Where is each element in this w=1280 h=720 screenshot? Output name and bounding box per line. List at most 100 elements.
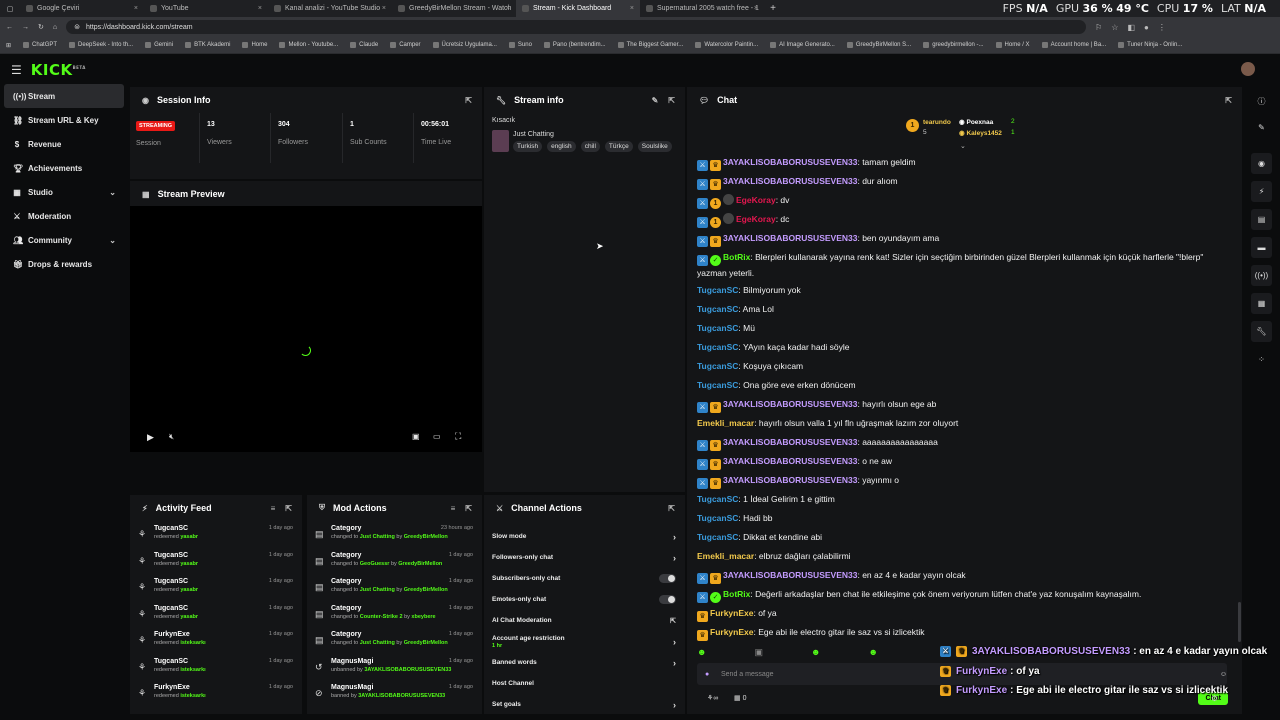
apps-icon[interactable]: ⊞ [6, 42, 11, 49]
activity-item[interactable]: ⚘ TugcanSC redeemed yasabr 1 day ago [130, 574, 302, 601]
chat-username[interactable]: 3AYAKLISOBABORUSUSEVEN33 [723, 233, 857, 243]
info-icon[interactable]: ⓘ [1251, 91, 1272, 112]
broadcast-tool-icon[interactable]: ((•)) [1251, 265, 1272, 286]
chat-username[interactable]: TugcanSC [697, 323, 738, 333]
activity-item[interactable]: ⚘ TugcanSC redeemed yasabr 1 day ago [130, 601, 302, 628]
toggle-switch[interactable] [659, 595, 676, 604]
menu-kebab-icon[interactable]: ⋮ [1158, 23, 1166, 32]
browser-tab[interactable]: Supernatural 2005 watch free - 1 × [640, 0, 764, 17]
bookmark-item[interactable]: Tuner Ninja - Onlin... [1118, 42, 1182, 48]
mod-action-item[interactable]: ▤ Category changed to GeoGuessr by GreedyB… [307, 548, 482, 575]
edit-icon[interactable]: ✎ [1251, 117, 1272, 138]
chat-username[interactable]: TugcanSC [697, 361, 738, 371]
browser-tab[interactable]: Stream - Kick Dashboard × [516, 0, 640, 17]
points-counter[interactable]: ▦ 0 [734, 694, 746, 702]
new-tab-icon[interactable]: + [764, 3, 782, 14]
tag-chip[interactable]: Turkish [513, 140, 543, 152]
tab-close-icon[interactable]: × [258, 5, 262, 12]
chevron-down-icon[interactable]: ⌄ [109, 236, 116, 245]
tab-close-icon[interactable]: × [754, 5, 758, 12]
pip-icon[interactable]: ▣ [412, 432, 420, 441]
emote-icon[interactable]: ☻ [868, 647, 877, 658]
browser-tab[interactable]: YouTube × [144, 0, 268, 17]
activity-item[interactable]: ⚘ TugcanSC redeemed yasabr 1 day ago [130, 548, 302, 575]
video-player[interactable]: ▶ 🔇︎ ▣ ▭ ⛶ [130, 206, 482, 452]
chat-username[interactable]: 3AYAKLISOBABORUSUSEVEN33 [723, 157, 857, 167]
bookmark-item[interactable]: ChatGPT [23, 42, 57, 48]
chat-username[interactable]: TugcanSC [697, 285, 738, 295]
kick-logo[interactable]: KICKBETA [31, 61, 86, 79]
mic-icon[interactable]: ● [705, 671, 709, 678]
chat-username[interactable]: TugcanSC [697, 494, 738, 504]
user-avatar[interactable] [1241, 62, 1255, 76]
bookmark-item[interactable]: DeepSeek - Into th... [69, 42, 133, 48]
mod-action-item[interactable]: ▤ Category changed to Counter-Strike 2 by … [307, 601, 482, 628]
browser-tab[interactable]: Google Çeviri × [20, 0, 144, 17]
chat-username[interactable]: 3AYAKLISOBABORUSUSEVEN33 [723, 456, 857, 466]
extensions-icon[interactable]: ◧ [1127, 23, 1135, 32]
sidebar-item-stream-url-key[interactable]: ⛓ Stream URL & Key [0, 108, 128, 132]
reload-icon[interactable]: ↻ [38, 23, 44, 31]
sidebar-item-studio[interactable]: ▦ Studio ⌄ [0, 180, 128, 204]
chat-username[interactable]: TugcanSC [697, 380, 738, 390]
mod-action-item[interactable]: ⊘ MagnusMagi banned by 3AYAKLISOBABORUSUSE… [307, 680, 482, 707]
bookmark-item[interactable]: Ücretsiz Uygulama... [432, 42, 497, 48]
preview-tool-icon[interactable]: ▦ [1251, 293, 1272, 314]
edit-icon[interactable]: ✎ [652, 96, 659, 105]
layout-tool-icon[interactable]: ⁘ [1251, 349, 1272, 370]
bookmark-item[interactable]: AI Image Generato... [770, 42, 835, 48]
bookmark-item[interactable]: Home / X [995, 42, 1030, 48]
chat-username[interactable]: Emekli_macar [697, 551, 754, 561]
window-icon[interactable]: ▢ [0, 5, 20, 13]
chat-username[interactable]: BotRix [723, 589, 750, 599]
browser-tab[interactable]: GreedyBirMellon Stream - Watch × [392, 0, 516, 17]
chat-username[interactable]: FurkynExe [710, 627, 753, 637]
bookmark-item[interactable]: BTK Akademi [185, 42, 230, 48]
bookmark-item[interactable]: Pano (bentrendim... [543, 42, 606, 48]
emote-icon[interactable]: ☻ [811, 647, 820, 658]
sidebar-item-community[interactable]: 👥︎ Community ⌄ [0, 228, 128, 252]
chat-username[interactable]: TugcanSC [697, 513, 738, 523]
forward-icon[interactable]: → [22, 24, 29, 31]
home-icon[interactable]: ⌂ [53, 24, 57, 31]
document-tool-icon[interactable]: ▤ [1251, 209, 1272, 230]
tab-close-icon[interactable]: × [382, 5, 386, 12]
bookmark-item[interactable]: GreedyBirMellon S... [846, 42, 911, 48]
channel-action-set-goals[interactable]: Set goals › [484, 694, 685, 715]
chat-username[interactable]: EgeKoray [736, 195, 776, 205]
chat-username[interactable]: TugcanSC [697, 304, 738, 314]
bookmark-item[interactable]: Home [242, 42, 267, 48]
bookmark-item[interactable]: The Biggest Gamer... [617, 42, 683, 48]
popout-icon[interactable]: ⇱ [668, 504, 675, 513]
mod-action-item[interactable]: ▤ Category changed to Just Chatting by Gre… [307, 574, 482, 601]
chevron-right-icon[interactable]: › [673, 553, 676, 563]
emote-icon[interactable]: ☻ [697, 647, 706, 658]
activity-item[interactable]: ⚘ TugcanSC redeemed isteksarkı 1 day ago [130, 654, 302, 681]
channel-action-host-channel[interactable]: Host Channel [484, 673, 685, 694]
bookmark-item[interactable]: Account home | Ba... [1041, 42, 1106, 48]
chat-username[interactable]: 3AYAKLISOBABORUSUSEVEN33 [723, 570, 857, 580]
channel-action-followers-only-chat[interactable]: Followers-only chat › [484, 547, 685, 568]
popout-icon[interactable]: ⇱ [285, 504, 292, 513]
bookmark-item[interactable]: Gemini [145, 42, 173, 48]
emote-icon[interactable]: ▣ [754, 647, 763, 658]
fullscreen-icon[interactable]: ⛶ [455, 431, 461, 442]
filter-icon[interactable]: ≡ [451, 504, 456, 513]
sidebar-item-revenue[interactable]: $ Revenue [0, 132, 128, 156]
chat-username[interactable]: TugcanSC [697, 342, 738, 352]
theater-icon[interactable]: ▭ [433, 432, 441, 441]
back-icon[interactable]: ← [6, 24, 13, 31]
bookmark-item[interactable]: Claude [350, 42, 378, 48]
activity-item[interactable]: ⚘ FurkynExe redeemed isteksarkı 1 day ago [130, 627, 302, 654]
chat-username[interactable]: EgeKoray [736, 214, 776, 224]
channel-action-account-age-restriction[interactable]: Account age restriction 1 hr › [484, 631, 685, 652]
external-link-icon[interactable]: ⇱ [670, 617, 676, 625]
mod-action-item[interactable]: ▤ Category changed to Just Chatting by Gre… [307, 627, 482, 654]
chat-username[interactable]: 3AYAKLISOBABORUSUSEVEN33 [723, 176, 857, 186]
bolt-tool-icon[interactable]: ⚡︎ [1251, 181, 1272, 202]
popout-icon[interactable]: ⇱ [465, 96, 472, 105]
chat-username[interactable]: BotRix [723, 252, 750, 262]
bookmark-item[interactable]: Watercolor Paintin... [695, 42, 758, 48]
sidebar-item-moderation[interactable]: ⚔︎ Moderation [0, 204, 128, 228]
expand-chevron-icon[interactable]: ⌄ [960, 142, 966, 150]
